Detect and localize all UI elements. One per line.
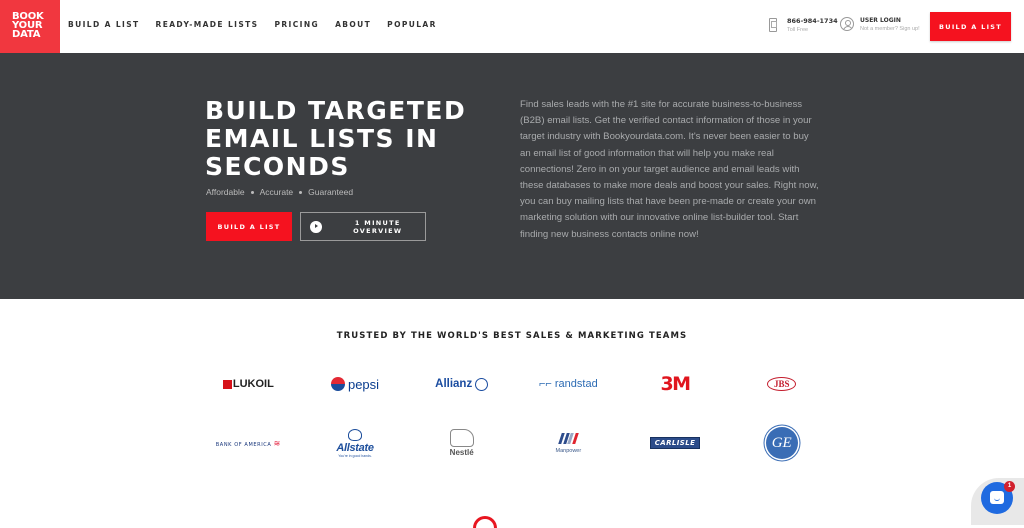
tag-guaranteed: Guaranteed: [308, 187, 354, 197]
brand-name: CARLISLE: [649, 437, 701, 449]
allstate-hands-icon: [348, 428, 362, 441]
mobile-phone-icon: [769, 18, 777, 32]
tag-accurate: Accurate: [259, 187, 294, 197]
site-header: BOOK YOUR DATA BUILD A LIST READY-MADE L…: [0, 0, 1024, 53]
lukoil-logo: LUKOIL: [195, 378, 302, 390]
hero-title-line: EMAIL LISTS IN: [205, 124, 439, 153]
brand-name: Manpower: [555, 447, 582, 454]
bullet-dot: [250, 190, 254, 194]
hero-description: Find sales leads with the #1 site for ac…: [520, 99, 819, 240]
login-title: USER LOGIN: [860, 17, 901, 24]
nav-pricing[interactable]: PRICING: [274, 20, 319, 29]
hero-title-line: BUILD TARGETED: [205, 96, 467, 125]
pepsi-globe-icon: [330, 377, 345, 391]
trusted-heading: TRUSTED BY THE WORLD'S BEST SALES & MARK…: [336, 331, 688, 341]
ge-logo: GE: [728, 427, 835, 459]
carlisle-logo: CARLISLE: [622, 437, 729, 449]
client-logos: LUKOIL pepsi Allianz ⌐⌐ randstad 3M JBS …: [195, 364, 835, 468]
allianz-logo: Allianz: [408, 377, 515, 391]
brand-name: pepsi: [347, 376, 380, 392]
nav-build-a-list[interactable]: BUILD A LIST: [68, 20, 140, 29]
lukoil-mark-icon: [222, 379, 232, 389]
brand-name: randstad: [554, 378, 598, 390]
hero-title-line: SECONDS: [205, 152, 350, 181]
phone-contact[interactable]: 866-984-1734 Toll Free: [769, 17, 838, 33]
overview-video-button[interactable]: 1 MINUTE OVERVIEW: [300, 212, 426, 241]
hero-title: BUILD TARGETED EMAIL LISTS IN SECONDS: [205, 97, 485, 181]
overview-label: 1 MINUTE OVERVIEW: [353, 218, 403, 235]
hero-tags: Affordable Accurate Guaranteed: [206, 187, 353, 197]
nav-ready-made-lists[interactable]: READY-MADE LISTS: [156, 20, 259, 29]
jbs-logo: JBS: [728, 377, 835, 391]
brand-name: Nestlé: [449, 448, 474, 457]
allianz-eagle-icon: [475, 377, 489, 391]
nav-popular[interactable]: POPULAR: [387, 20, 437, 29]
nestle-logo: Nestlé: [408, 429, 515, 457]
boa-flag-icon: ≋: [273, 438, 281, 448]
signup-link[interactable]: Not a member? Sign up!: [860, 26, 920, 32]
bullet-dot: [299, 190, 303, 194]
brand-name: Allstate: [336, 441, 374, 454]
manpower-bars-icon: [558, 432, 579, 444]
logo-row: BANK OF AMERICA ≋ Allstate You're in goo…: [195, 418, 835, 468]
phone-number: 866-984-1734: [787, 17, 838, 25]
brand-name: JBS: [766, 377, 797, 391]
bank-of-america-logo: BANK OF AMERICA ≋: [195, 439, 302, 448]
nav-about[interactable]: ABOUT: [335, 20, 371, 29]
logo-row: LUKOIL pepsi Allianz ⌐⌐ randstad 3M JBS: [195, 364, 835, 404]
bookyourdata-logo[interactable]: BOOK YOUR DATA: [0, 0, 60, 53]
allstate-logo: Allstate You're in good hands.: [302, 428, 409, 458]
chat-unread-badge: 1: [1004, 481, 1015, 492]
user-circle-icon: [840, 17, 854, 31]
brand-name: LUKOIL: [232, 378, 274, 390]
play-icon: [310, 220, 322, 233]
brand-tagline: You're in good hands.: [338, 453, 372, 458]
manpower-logo: Manpower: [515, 432, 622, 454]
tag-affordable: Affordable: [206, 187, 245, 197]
3m-logo: 3M: [622, 373, 729, 395]
brand-name: Allianz: [435, 378, 473, 390]
user-login[interactable]: USER LOGIN Not a member? Sign up!: [840, 17, 920, 32]
logo-line: DATA: [12, 29, 41, 40]
randstad-logo: ⌐⌐ randstad: [538, 378, 598, 390]
partial-red-logo: [473, 516, 497, 528]
pepsi-logo: pepsi: [302, 377, 409, 392]
brand-name: BANK OF AMERICA: [215, 441, 272, 448]
brand-name: GE: [765, 427, 798, 459]
brand-name: 3M: [660, 373, 691, 395]
hero-section: BUILD TARGETED EMAIL LISTS IN SECONDS Af…: [0, 53, 1024, 299]
hero-build-list-button[interactable]: BUILD A LIST: [206, 212, 292, 241]
nestle-nest-icon: [449, 429, 474, 447]
phone-sub: Toll Free: [787, 27, 809, 33]
main-nav: BUILD A LIST READY-MADE LISTS PRICING AB…: [68, 20, 453, 29]
chat-bubble-icon: [990, 491, 1004, 504]
header-build-list-button[interactable]: BUILD A LIST: [930, 12, 1011, 41]
